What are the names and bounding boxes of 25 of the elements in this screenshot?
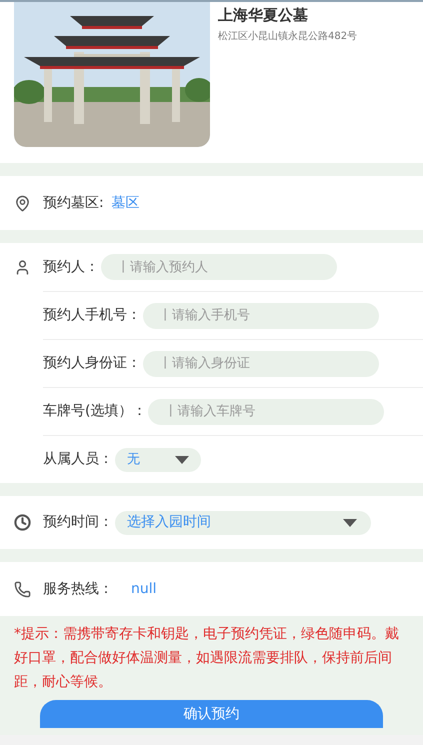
- caret-icon: [175, 456, 189, 464]
- input-field[interactable]: 丨请输入车牌号: [148, 398, 384, 424]
- cemetery-title: 上海华夏公墓: [218, 5, 309, 26]
- field-label: 预约人：: [43, 258, 99, 276]
- time-label: 预约时间：: [43, 513, 113, 532]
- field-label: 车牌号(选填）：: [43, 402, 146, 421]
- confirm-button[interactable]: 确认预约: [40, 700, 383, 728]
- time-select[interactable]: 选择入园时间: [115, 510, 371, 534]
- hotline-value: null: [131, 580, 157, 598]
- input-field[interactable]: 丨请输入预约人: [101, 254, 337, 280]
- companion-select[interactable]: 无: [115, 448, 201, 472]
- field-label: 预约人身份证：: [43, 354, 141, 373]
- area-label: 预约墓区:: [43, 194, 104, 212]
- input-field[interactable]: 丨请输入手机号: [143, 302, 379, 328]
- hotline-label: 服务热线：: [43, 580, 113, 598]
- clock-icon: [14, 514, 31, 531]
- field-label: 从属人员：: [43, 450, 113, 469]
- cemetery-address: 松江区小昆山镇永昆公路482号: [218, 30, 358, 44]
- phone-icon: [14, 580, 31, 598]
- location-icon: [14, 194, 31, 212]
- field-label: 预约人手机号：: [43, 306, 141, 325]
- input-field[interactable]: 丨请输入身份证: [143, 350, 379, 376]
- caret-icon: [343, 518, 357, 526]
- area-value[interactable]: 墓区: [112, 192, 140, 214]
- notice-text: *提示：需携带寄存卡和钥匙，电子预约凭证，绿色随申码。戴好口罩，配合做好体温测量，如遇限流需要排队，保持前后间距，耐心等候。: [14, 625, 399, 692]
